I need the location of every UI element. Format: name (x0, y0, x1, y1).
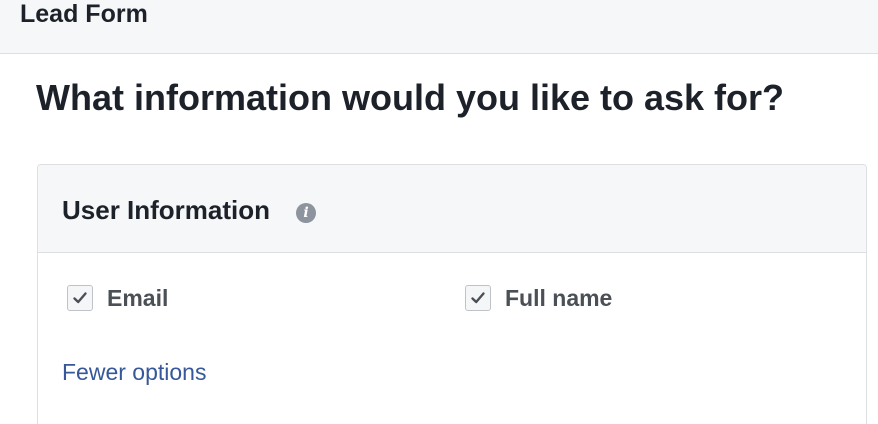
lead-form-page: Lead Form What information would you lik… (0, 0, 878, 424)
checkmark-icon (471, 292, 485, 304)
info-icon[interactable]: i (296, 203, 316, 223)
question-heading: What information would you like to ask f… (36, 77, 785, 118)
page-title: Lead Form (20, 0, 148, 28)
full-name-checkbox[interactable] (465, 285, 491, 311)
full-name-label: Full name (505, 285, 613, 311)
fewer-options-link[interactable]: Fewer options (62, 357, 206, 387)
top-bar: Lead Form (0, 0, 878, 54)
user-information-card: User Information i Email Full name Fewer… (37, 164, 867, 424)
email-checkbox[interactable] (67, 285, 93, 311)
email-label: Email (107, 285, 169, 311)
checkmark-icon (73, 292, 87, 304)
section-title: User Information (62, 195, 271, 225)
card-header: User Information i (38, 165, 866, 253)
